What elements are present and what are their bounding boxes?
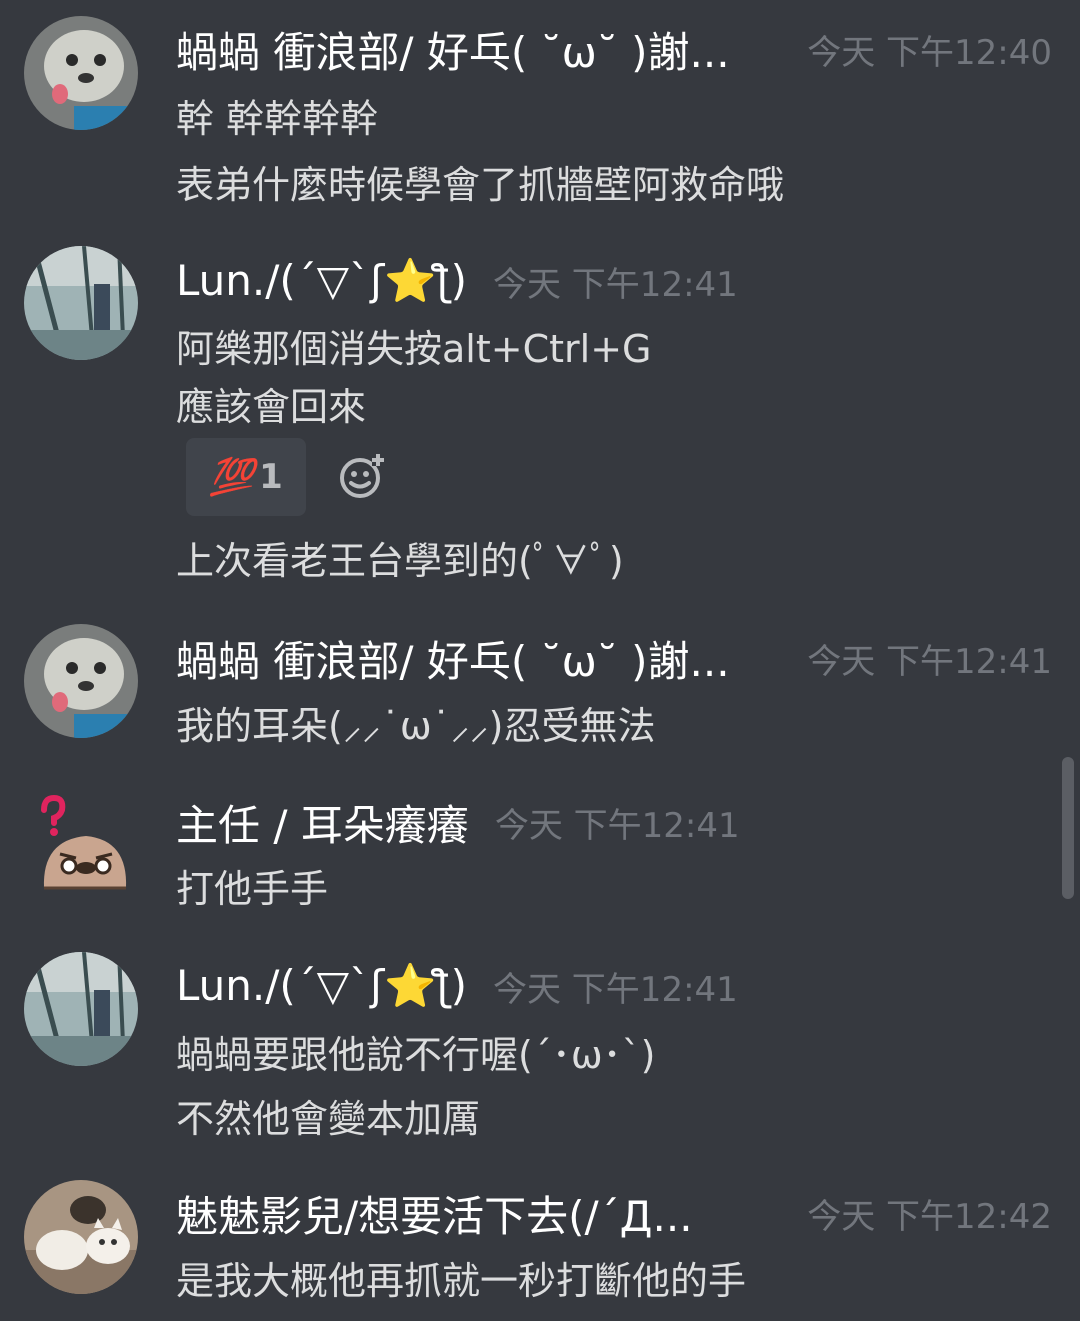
message-text: 上次看老王台學到的(ﾟ∀ﾟ) <box>176 539 624 583</box>
message-text: 打他手手 <box>176 867 329 911</box>
message-text: 表弟什麼時候學會了抓牆壁阿救命哦 <box>176 163 785 207</box>
message-text: 蝸蝸要跟他說不行喔(´･ω･`) <box>176 1033 656 1077</box>
timestamp: 今天 下午12:41 <box>493 969 738 1010</box>
message-text: 不然他會變本加厲 <box>176 1097 481 1141</box>
cats-avatar-icon[interactable] <box>24 1180 138 1294</box>
building-photo-avatar-icon[interactable] <box>24 952 138 1066</box>
dog-avatar-icon[interactable] <box>24 16 138 130</box>
username[interactable]: Lun./(´▽`ʃ⭐ƪ) <box>176 256 467 306</box>
message-text: 應該會回來 <box>176 385 367 429</box>
confused-seal-avatar-icon[interactable] <box>24 790 138 904</box>
building-photo-avatar-icon[interactable] <box>24 246 138 360</box>
message-text: 我的耳朵(⸝⸝˙ω˙⸝⸝)忍受無法 <box>176 704 656 748</box>
username[interactable]: Lun./(´▽`ʃ⭐ƪ) <box>176 961 467 1011</box>
timestamp: 今天 下午12:41 <box>494 805 740 846</box>
hundred-points-icon: 💯 <box>209 457 254 498</box>
reaction-pill[interactable]: 💯 1 <box>186 438 306 516</box>
timestamp: 今天 下午12:40 <box>807 32 1052 73</box>
dog-avatar-icon[interactable] <box>24 624 138 738</box>
timestamp: 今天 下午12:41 <box>493 264 738 305</box>
username[interactable]: 主任 / 耳朵癢癢 <box>176 792 469 853</box>
add-reaction-icon[interactable] <box>338 452 386 500</box>
timestamp: 今天 下午12:41 <box>807 641 1052 682</box>
message-text: 是我大概他再抓就一秒打斷他的手 <box>176 1259 747 1303</box>
scrollbar-thumb[interactable] <box>1062 757 1074 899</box>
username[interactable]: 蝸蝸 衝浪部/ 好乓( ˘ω˘ )謝... <box>176 628 786 689</box>
username[interactable]: 魅魅影兒/想要活下去(/´Д... <box>176 1183 776 1244</box>
reaction-count: 1 <box>259 457 283 497</box>
message-text: 阿樂那個消失按alt+Ctrl+G <box>176 327 652 371</box>
username[interactable]: 蝸蝸 衝浪部/ 好乓( ˘ω˘ )謝... <box>176 19 786 80</box>
timestamp: 今天 下午12:42 <box>807 1196 1052 1237</box>
message-text: 幹 幹幹幹幹 <box>176 97 379 141</box>
